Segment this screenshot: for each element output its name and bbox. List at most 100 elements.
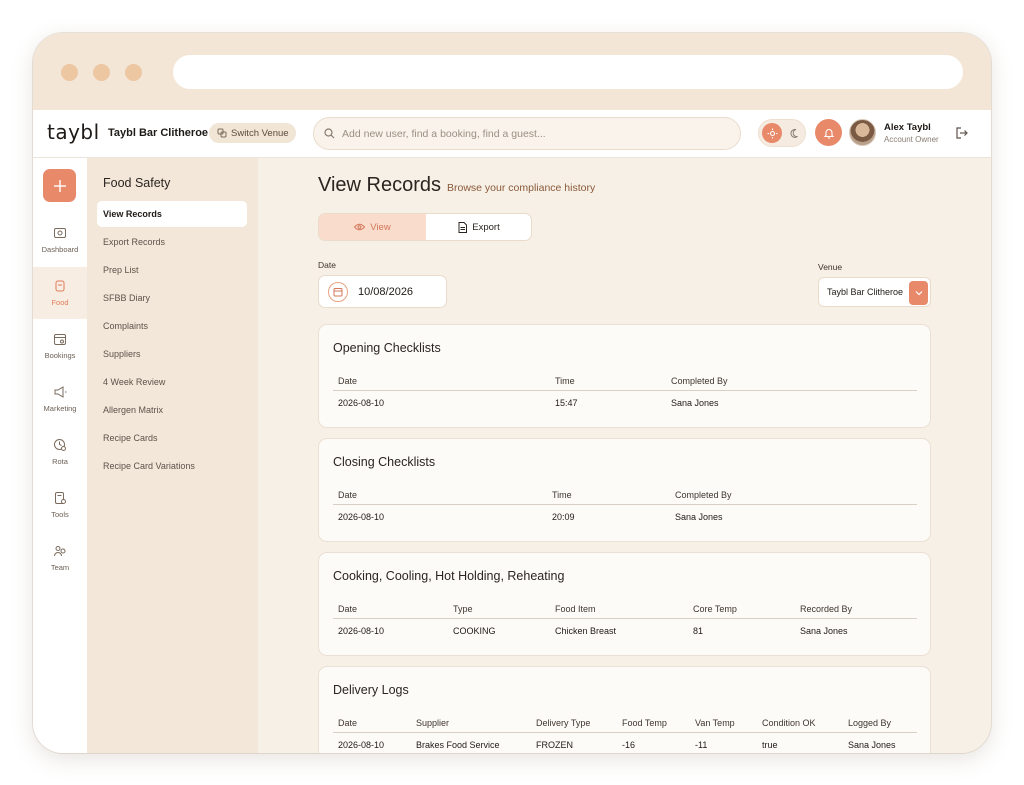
notifications-bell-icon[interactable] bbox=[815, 119, 842, 146]
rail-item-bookings[interactable]: Bookings bbox=[33, 320, 87, 372]
table-row[interactable]: 2026-08-10 Brakes Food Service FROZEN -1… bbox=[333, 733, 917, 753]
user-name: Alex Taybl bbox=[884, 122, 931, 133]
rail-item-team[interactable]: Team bbox=[33, 532, 87, 584]
bookings-icon bbox=[54, 334, 66, 345]
table-cell: 15:47 bbox=[555, 398, 578, 408]
subnav-item-export-records[interactable]: Export Records bbox=[97, 229, 247, 255]
view-export-toggle: View Export bbox=[318, 213, 532, 241]
subnav-item-4-week-review[interactable]: 4 Week Review bbox=[97, 369, 247, 395]
app-header: taybl Taybl Bar Clitheroe Switch Venue A… bbox=[33, 110, 991, 158]
opening-checklists-card: Opening Checklists Date Time Completed B… bbox=[318, 324, 931, 428]
table-cell: 2026-08-10 bbox=[338, 512, 385, 522]
table-row[interactable]: 2026-08-10 15:47 Sana Jones bbox=[333, 391, 917, 416]
plus-icon bbox=[53, 179, 66, 192]
table-cell: 2026-08-10 bbox=[338, 626, 385, 636]
column-header: Recorded By bbox=[800, 604, 853, 614]
column-header: Time bbox=[555, 376, 575, 386]
subnav-item-recipe-cards[interactable]: Recipe Cards bbox=[97, 425, 247, 451]
table-cell: -11 bbox=[695, 740, 708, 750]
rail-label: Marketing bbox=[43, 404, 77, 413]
add-button[interactable] bbox=[43, 169, 76, 202]
table-cell: 2026-08-10 bbox=[338, 398, 385, 408]
table-cell: COOKING bbox=[453, 626, 496, 636]
venue-select-value: Taybl Bar Clitheroe bbox=[827, 287, 904, 297]
table-cell: Brakes Food Service bbox=[416, 740, 500, 750]
food-safety-subnav: Food Safety View Records Export Records … bbox=[87, 158, 258, 753]
switch-icon bbox=[217, 128, 227, 138]
rail-item-rota[interactable]: Rota bbox=[33, 426, 87, 478]
sun-icon[interactable] bbox=[762, 123, 782, 143]
table-cell: Sana Jones bbox=[848, 740, 896, 750]
chevron-down-icon[interactable] bbox=[909, 281, 928, 305]
table-cell: 81 bbox=[693, 626, 704, 636]
address-bar[interactable] bbox=[173, 55, 963, 89]
rail-label: Team bbox=[50, 563, 70, 572]
rail-label: Rota bbox=[52, 457, 68, 466]
search-icon bbox=[324, 128, 335, 139]
document-icon bbox=[458, 221, 468, 233]
column-header: Core Temp bbox=[693, 604, 737, 614]
closing-checklists-card: Closing Checklists Date Time Completed B… bbox=[318, 438, 931, 542]
switch-venue-button[interactable]: Switch Venue bbox=[209, 123, 296, 143]
subnav-item-recipe-card-variations[interactable]: Recipe Card Variations bbox=[97, 453, 247, 479]
browser-frame: taybl Taybl Bar Clitheroe Switch Venue A… bbox=[33, 33, 991, 753]
view-tab-label: View bbox=[370, 221, 391, 233]
subnav-title: Food Safety bbox=[103, 176, 171, 190]
column-header: Condition OK bbox=[762, 718, 816, 728]
subnav-item-view-records[interactable]: View Records bbox=[97, 201, 247, 227]
user-role: Account Owner bbox=[884, 135, 939, 144]
table-cell: FROZEN bbox=[536, 740, 573, 750]
main-content: View Records Browse your compliance hist… bbox=[258, 158, 991, 753]
rail-label: Food bbox=[51, 298, 69, 307]
card-title: Cooking, Cooling, Hot Holding, Reheating bbox=[333, 569, 565, 583]
card-title: Delivery Logs bbox=[333, 683, 409, 697]
subnav-item-prep-list[interactable]: Prep List bbox=[97, 257, 247, 283]
rail-item-dashboard[interactable]: Dashboard bbox=[33, 214, 87, 266]
window-dot[interactable] bbox=[93, 64, 110, 81]
window-dot[interactable] bbox=[61, 64, 78, 81]
rail-item-tools[interactable]: Tools bbox=[33, 479, 87, 531]
switch-venue-label: Switch Venue bbox=[231, 127, 289, 139]
search-input[interactable] bbox=[342, 127, 712, 140]
column-header: Food Temp bbox=[622, 718, 667, 728]
export-tab-label: Export bbox=[472, 221, 500, 233]
dashboard-icon bbox=[54, 228, 66, 238]
column-header: Van Temp bbox=[695, 718, 735, 728]
subnav-item-complaints[interactable]: Complaints bbox=[97, 313, 247, 339]
browser-chrome bbox=[33, 33, 991, 110]
moon-icon[interactable] bbox=[786, 124, 804, 142]
user-avatar[interactable] bbox=[849, 119, 876, 146]
column-header: Logged By bbox=[848, 718, 892, 728]
table-header: Date Time Completed By bbox=[333, 371, 917, 391]
card-title: Opening Checklists bbox=[333, 341, 441, 355]
page-title: View Records bbox=[318, 174, 442, 196]
team-icon bbox=[54, 546, 66, 557]
global-search[interactable] bbox=[313, 117, 741, 150]
column-header: Delivery Type bbox=[536, 718, 591, 728]
column-header: Type bbox=[453, 604, 473, 614]
rail-item-marketing[interactable]: Marketing bbox=[33, 373, 87, 425]
view-tab[interactable]: View bbox=[319, 214, 426, 240]
taybl-logo[interactable]: taybl bbox=[47, 120, 100, 144]
venue-select[interactable]: Taybl Bar Clitheroe bbox=[818, 277, 931, 307]
window-dot[interactable] bbox=[125, 64, 142, 81]
table-header: Date Type Food Item Core Temp Recorded B… bbox=[333, 599, 917, 619]
date-value: 10/08/2026 bbox=[358, 285, 414, 298]
table-header: Date Time Completed By bbox=[333, 485, 917, 505]
icon-rail: Dashboard Food Bookings Marketing Rota T… bbox=[33, 158, 87, 753]
column-header: Food Item bbox=[555, 604, 596, 614]
subnav-item-allergen-matrix[interactable]: Allergen Matrix bbox=[97, 397, 247, 423]
table-cell: Chicken Breast bbox=[555, 626, 617, 636]
theme-toggle[interactable] bbox=[758, 119, 806, 147]
page-subtitle: Browse your compliance history bbox=[447, 182, 596, 194]
subnav-item-suppliers[interactable]: Suppliers bbox=[97, 341, 247, 367]
date-picker[interactable]: 10/08/2026 bbox=[318, 275, 447, 308]
column-header: Date bbox=[338, 376, 358, 386]
table-row[interactable]: 2026-08-10 COOKING Chicken Breast 81 San… bbox=[333, 619, 917, 644]
logout-icon[interactable] bbox=[955, 126, 969, 140]
rail-item-food[interactable]: Food bbox=[33, 267, 87, 319]
subnav-item-sfbb-diary[interactable]: SFBB Diary bbox=[97, 285, 247, 311]
table-row[interactable]: 2026-08-10 20:09 Sana Jones bbox=[333, 505, 917, 530]
table-cell: 20:09 bbox=[552, 512, 575, 522]
export-tab[interactable]: Export bbox=[426, 214, 531, 240]
